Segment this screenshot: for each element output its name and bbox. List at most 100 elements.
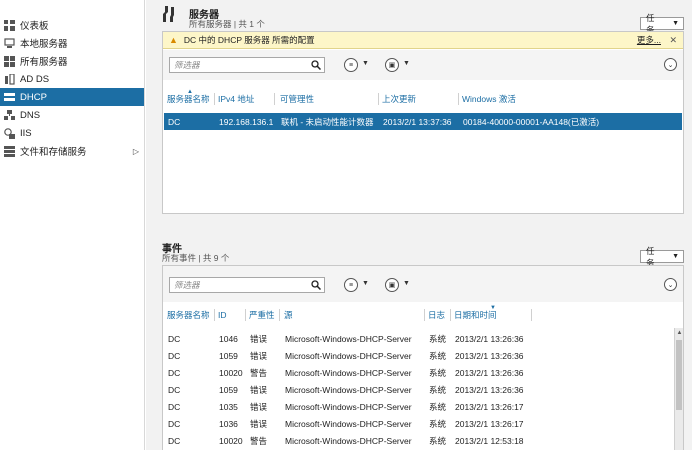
sidebar-item-dns[interactable]: DNS bbox=[0, 106, 144, 124]
cell-server-name: DC bbox=[168, 350, 181, 361]
sidebar-item-local-server[interactable]: 本地服务器 bbox=[0, 34, 144, 52]
chevron-down-icon[interactable]: ▼ bbox=[403, 60, 410, 67]
cell-datetime: 2013/2/1 13:26:36 bbox=[455, 367, 524, 378]
chevron-right-icon[interactable]: ▷ bbox=[133, 147, 139, 156]
col-windows-activation[interactable]: Windows 激活 bbox=[462, 90, 516, 108]
list-view-button[interactable]: ≡ bbox=[344, 278, 358, 292]
cell-log: 系统 bbox=[429, 333, 447, 344]
col-last-update[interactable]: 上次更新 bbox=[382, 90, 416, 108]
cell-id: 1059 bbox=[219, 350, 238, 361]
scroll-thumb[interactable] bbox=[676, 340, 682, 410]
table-row[interactable]: DC 10020 警告 Microsoft-Windows-DHCP-Server 系统… bbox=[164, 432, 673, 449]
sidebar-item-dashboard[interactable]: 仪表板 bbox=[0, 16, 144, 34]
cell-server-name: DC bbox=[168, 401, 181, 412]
search-icon[interactable] bbox=[311, 60, 321, 70]
cell-severity: 错误 bbox=[250, 418, 268, 429]
events-scrollbar[interactable]: ▲ bbox=[674, 328, 683, 450]
cell-ipv4: 192.168.136.1 bbox=[219, 116, 274, 127]
servers-filter-input[interactable]: 筛选器 bbox=[169, 57, 325, 73]
cell-source: Microsoft-Windows-DHCP-Server bbox=[285, 367, 412, 378]
sidebar-item-label: DNS bbox=[20, 109, 41, 121]
cell-server-name: DC bbox=[168, 333, 181, 344]
cell-datetime: 2013/2/1 12:53:18 bbox=[455, 435, 524, 446]
table-row[interactable]: DC 192.168.136.1 联机 - 未启动性能计数器 2013/2/1 … bbox=[164, 113, 682, 130]
list-view-button[interactable]: ≡ bbox=[344, 58, 358, 72]
cell-id: 1036 bbox=[219, 418, 238, 429]
cell-log: 系统 bbox=[429, 401, 447, 412]
cell-server-name: DC bbox=[168, 418, 181, 429]
warning-bar: ▲ DC 中的 DHCP 服务器 所需的配置 更多... ✕ bbox=[163, 32, 683, 49]
servers-icon bbox=[162, 6, 176, 22]
events-tasks-button[interactable]: 任务 ▼ bbox=[640, 246, 684, 268]
col-datetime[interactable]: 日期和时间 bbox=[454, 306, 497, 324]
table-row[interactable]: DC 10020 警告 Microsoft-Windows-DHCP-Server 系统… bbox=[164, 364, 673, 381]
events-table-header: ▼ 服务器名称 ID 严重性 源 日志 日期和时间 bbox=[163, 305, 683, 324]
cell-severity: 错误 bbox=[250, 401, 268, 412]
filter-placeholder: 筛选器 bbox=[174, 280, 200, 290]
cell-datetime: 2013/2/1 13:26:36 bbox=[455, 384, 524, 395]
cell-server-name: DC bbox=[168, 384, 181, 395]
sidebar-item-label: DHCP bbox=[20, 91, 47, 103]
cell-source: Microsoft-Windows-DHCP-Server bbox=[285, 435, 412, 446]
save-query-button[interactable]: ▣ bbox=[385, 278, 399, 292]
chevron-down-icon[interactable]: ▼ bbox=[362, 280, 369, 287]
cell-id: 10020 bbox=[219, 435, 243, 446]
warning-text: DC 中的 DHCP 服务器 所需的配置 bbox=[183, 35, 315, 45]
cell-severity: 警告 bbox=[250, 435, 268, 446]
list-icon: ≡ bbox=[348, 61, 354, 69]
col-server-name[interactable]: 服务器名称 bbox=[167, 306, 210, 324]
warning-more-link[interactable]: 更多... bbox=[637, 34, 661, 46]
sidebar-item-adds[interactable]: AD DS bbox=[0, 70, 144, 88]
search-icon[interactable] bbox=[311, 280, 321, 290]
chevron-down-icon: ⌄ bbox=[667, 61, 674, 69]
expand-button[interactable]: ⌄ bbox=[664, 58, 677, 71]
servers-table-header: ▲ 服务器名称 IPv4 地址 可管理性 上次更新 Windows 激活 bbox=[163, 89, 683, 108]
scroll-up-icon[interactable]: ▲ bbox=[675, 328, 684, 337]
cell-server-name: DC bbox=[168, 367, 181, 378]
col-ipv4[interactable]: IPv4 地址 bbox=[218, 90, 254, 108]
events-filter-input[interactable]: 筛选器 bbox=[169, 277, 325, 293]
filter-placeholder: 筛选器 bbox=[174, 60, 200, 70]
main-content: 服务器 所有服务器 | 共 1 个 任务 ▼ ▲ DC 中的 DHCP 服务器 … bbox=[146, 0, 692, 450]
chevron-down-icon[interactable]: ▼ bbox=[403, 280, 410, 287]
expand-button[interactable]: ⌄ bbox=[664, 278, 677, 291]
sidebar-item-dhcp[interactable]: DHCP bbox=[0, 88, 144, 106]
col-log[interactable]: 日志 bbox=[428, 306, 445, 324]
col-source[interactable]: 源 bbox=[284, 306, 293, 324]
cell-id: 1046 bbox=[219, 333, 238, 344]
sidebar-item-all-servers[interactable]: 所有服务器 bbox=[0, 52, 144, 70]
table-row[interactable]: DC 1036 错误 Microsoft-Windows-DHCP-Server 系统 2… bbox=[164, 415, 673, 432]
cell-log: 系统 bbox=[429, 350, 447, 361]
cell-severity: 错误 bbox=[250, 384, 268, 395]
table-row[interactable]: DC 1059 错误 Microsoft-Windows-DHCP-Server 系统 2… bbox=[164, 347, 673, 364]
sidebar-item-label: 所有服务器 bbox=[20, 57, 68, 68]
chevron-down-icon: ⌄ bbox=[667, 281, 674, 289]
servers-filter-row: 筛选器 ≡ ▼ ▣ ▼ ⌄ bbox=[163, 50, 683, 80]
save-icon: ▣ bbox=[388, 62, 396, 69]
table-row[interactable]: DC 1046 错误 Microsoft-Windows-DHCP-Server 系统 2… bbox=[164, 330, 673, 347]
col-id[interactable]: ID bbox=[218, 306, 227, 324]
cell-windows-activation: 00184-40000-00001-AA148(已激活) bbox=[463, 116, 600, 127]
cell-source: Microsoft-Windows-DHCP-Server bbox=[285, 418, 412, 429]
col-manageability[interactable]: 可管理性 bbox=[280, 90, 314, 108]
list-icon: ≡ bbox=[348, 281, 354, 289]
sidebar-item-label: 仪表板 bbox=[20, 21, 49, 32]
warning-icon: ▲ bbox=[169, 35, 178, 45]
chevron-down-icon: ▼ bbox=[672, 20, 679, 27]
chevron-down-icon[interactable]: ▼ bbox=[362, 60, 369, 67]
close-icon[interactable]: ✕ bbox=[669, 35, 677, 46]
col-server-name[interactable]: 服务器名称 bbox=[167, 90, 210, 108]
save-query-button[interactable]: ▣ bbox=[385, 58, 399, 72]
adds-icon bbox=[3, 73, 15, 85]
col-severity[interactable]: 严重性 bbox=[249, 306, 275, 324]
events-filter-row: 筛选器 ≡ ▼ ▣ ▼ ⌄ bbox=[163, 266, 683, 302]
table-row[interactable]: DC 1059 错误 Microsoft-Windows-DHCP-Server 系统 2… bbox=[164, 381, 673, 398]
sidebar-item-iis[interactable]: IIS bbox=[0, 124, 144, 142]
all-servers-icon bbox=[3, 55, 15, 67]
servers-tasks-button[interactable]: 任务 ▼ bbox=[640, 13, 684, 35]
cell-datetime: 2013/2/1 13:26:36 bbox=[455, 350, 524, 361]
table-row[interactable]: DC 1035 错误 Microsoft-Windows-DHCP-Server 系统 2… bbox=[164, 398, 673, 415]
sidebar-item-file-storage[interactable]: 文件和存储服务 ▷ bbox=[0, 142, 144, 160]
save-icon: ▣ bbox=[388, 282, 396, 289]
chevron-down-icon: ▼ bbox=[672, 253, 679, 260]
